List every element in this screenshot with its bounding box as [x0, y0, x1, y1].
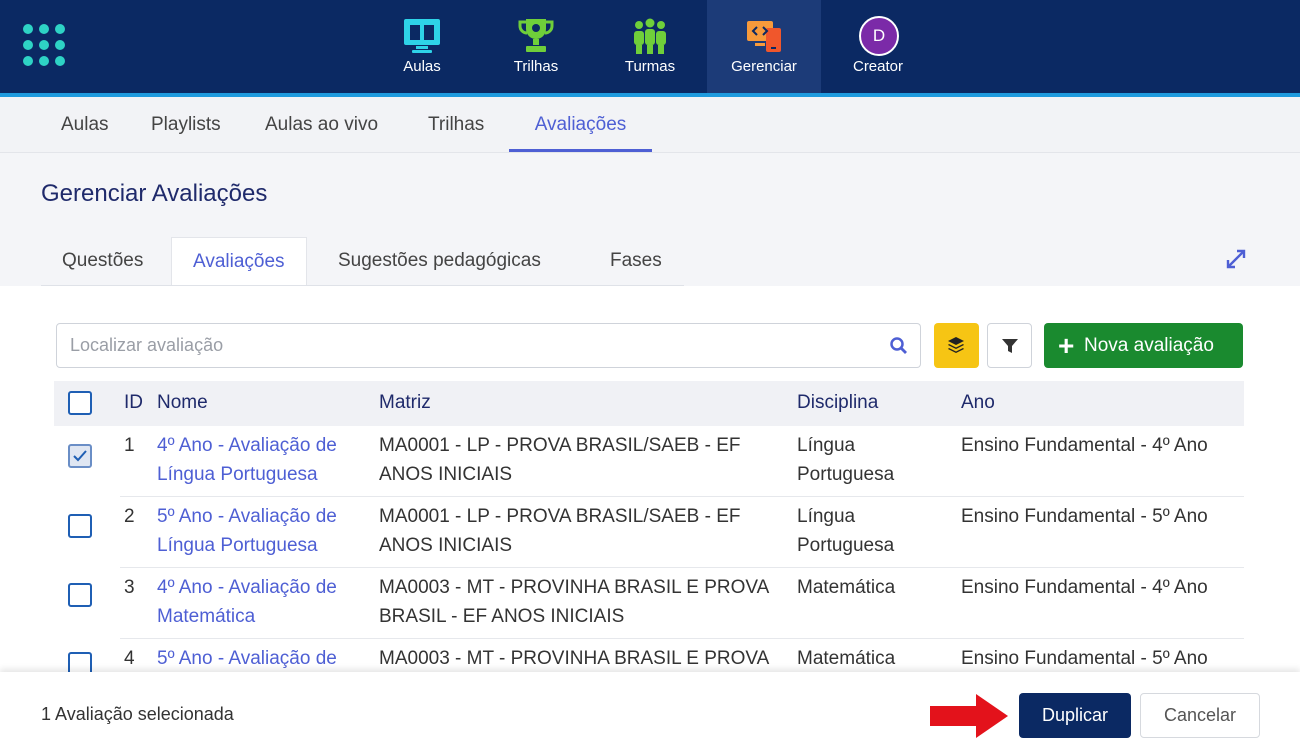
cell-ano: Ensino Fundamental - 4º Ano	[961, 435, 1208, 456]
nav-item-trilhas[interactable]: Trilhas	[479, 0, 593, 93]
avatar: D	[859, 16, 899, 56]
monitor-book-icon	[404, 19, 440, 53]
tab-avaliacoes[interactable]: Avaliações	[509, 97, 652, 152]
checkmark-icon	[73, 450, 87, 462]
duplicate-button[interactable]: Duplicar	[1019, 693, 1131, 738]
row-checkbox[interactable]	[68, 444, 92, 468]
nav-item-creator[interactable]: D Creator	[821, 0, 935, 93]
nav-item-gerenciar[interactable]: Gerenciar	[707, 0, 821, 93]
trophy-icon	[518, 19, 554, 52]
cell-disciplina: Matemática	[797, 577, 896, 598]
nav-item-label: Gerenciar	[731, 58, 797, 75]
tab-playlists[interactable]: Playlists	[151, 97, 221, 152]
select-all-checkbox[interactable]	[68, 391, 92, 415]
manage-devices-icon	[747, 21, 781, 52]
cell-ano: Ensino Fundamental - 5º Ano	[961, 506, 1208, 527]
tab-avaliacoes-inner[interactable]: Avaliações	[171, 237, 307, 286]
top-navigation-bar: Aulas Trilhas Turmas Gerenciar D Creator	[0, 0, 1300, 93]
tab-aulas-ao-vivo[interactable]: Aulas ao vivo	[265, 97, 378, 152]
cell-ano: Ensino Fundamental - 5º Ano	[961, 648, 1208, 669]
cell-matriz: MA0001 - LP - PROVA BRASIL/SAEB - EF ANOS…	[379, 506, 741, 556]
row-checkbox[interactable]	[68, 583, 92, 607]
column-header-matriz[interactable]: Matriz	[379, 381, 431, 424]
column-header-ano[interactable]: Ano	[961, 381, 995, 424]
cell-nome-link[interactable]: 4º Ano - Avaliação de Matemática	[157, 574, 337, 631]
selection-count: 1 Avaliação selecionada	[41, 704, 234, 724]
new-assessment-label: Nova avaliação	[1084, 335, 1214, 356]
nav-item-label: Aulas	[403, 58, 441, 75]
cell-disciplina: Língua Portuguesa	[797, 435, 895, 485]
nav-item-label: Creator	[852, 58, 904, 75]
tab-sugestoes-pedagogicas[interactable]: Sugestões pedagógicas	[317, 237, 562, 286]
search-icon	[890, 337, 907, 354]
layers-icon	[948, 337, 964, 353]
cell-nome-link[interactable]: 5º Ano - Avaliação de	[157, 645, 337, 674]
page-title: Gerenciar Avaliações	[41, 180, 268, 207]
cell-nome-link[interactable]: 5º Ano - Avaliação de Língua Portuguesa	[157, 503, 337, 560]
search-input[interactable]	[56, 323, 878, 368]
expand-icon[interactable]	[1226, 249, 1246, 269]
layers-button[interactable]	[934, 323, 979, 368]
nav-item-turmas[interactable]: Turmas	[593, 0, 707, 93]
tab-aulas[interactable]: Aulas	[61, 97, 109, 152]
table-header: ID Nome Matriz Disciplina Ano	[54, 381, 1244, 426]
column-header-disciplina[interactable]: Disciplina	[797, 381, 878, 424]
tab-trilhas[interactable]: Trilhas	[428, 97, 484, 152]
column-header-id[interactable]: ID	[124, 381, 143, 424]
cell-matriz: MA0003 - MT - PROVINHA BRASIL E PROVA	[379, 648, 770, 669]
cell-ano: Ensino Fundamental - 4º Ano	[961, 577, 1208, 598]
search-button[interactable]	[877, 323, 921, 368]
cell-matriz: MA0001 - LP - PROVA BRASIL/SAEB - EF ANOS…	[379, 435, 741, 485]
nav-item-aulas[interactable]: Aulas	[365, 0, 479, 93]
tabs-divider	[41, 285, 684, 286]
table-row[interactable]: 2 5º Ano - Avaliação de Língua Portuguesa…	[54, 497, 1244, 568]
cell-disciplina: Língua Portuguesa	[797, 506, 895, 556]
cell-id: 4	[124, 648, 135, 669]
page-header: Gerenciar Avaliações Questões Avaliações…	[0, 153, 1300, 286]
cell-disciplina: Matemática	[797, 648, 896, 669]
table-row[interactable]: 3 4º Ano - Avaliação de Matemática MA0003…	[54, 568, 1244, 639]
tab-fases[interactable]: Fases	[589, 237, 683, 286]
arrow-right-icon	[930, 694, 1008, 738]
cell-nome-link[interactable]: 4º Ano - Avaliação de Língua Portuguesa	[157, 432, 337, 489]
nav-item-label: Turmas	[624, 58, 676, 75]
apps-grid-icon[interactable]	[23, 24, 67, 66]
nav-item-label: Trilhas	[513, 58, 559, 75]
cell-id: 1	[124, 435, 135, 456]
row-checkbox[interactable]	[68, 514, 92, 538]
tab-questoes[interactable]: Questões	[41, 237, 164, 286]
cell-matriz: MA0003 - MT - PROVINHA BRASIL E PROVA BRA…	[379, 577, 770, 627]
people-icon	[634, 18, 666, 54]
filter-button[interactable]	[987, 323, 1032, 368]
cell-id: 3	[124, 577, 135, 598]
plus-icon: +	[1058, 330, 1075, 361]
cell-id: 2	[124, 506, 135, 527]
selection-action-bar: 1 Avaliação selecionada Duplicar Cancela…	[0, 672, 1300, 754]
table-row[interactable]: 1 4º Ano - Avaliação de Língua Portuguesa…	[54, 426, 1244, 497]
section-tabs: Aulas Playlists Aulas ao vivo Trilhas Av…	[0, 97, 1300, 153]
new-assessment-button[interactable]: + Nova avaliação	[1044, 323, 1243, 368]
column-header-nome[interactable]: Nome	[157, 381, 208, 424]
cancel-button[interactable]: Cancelar	[1140, 693, 1260, 738]
filter-icon	[1002, 339, 1018, 353]
